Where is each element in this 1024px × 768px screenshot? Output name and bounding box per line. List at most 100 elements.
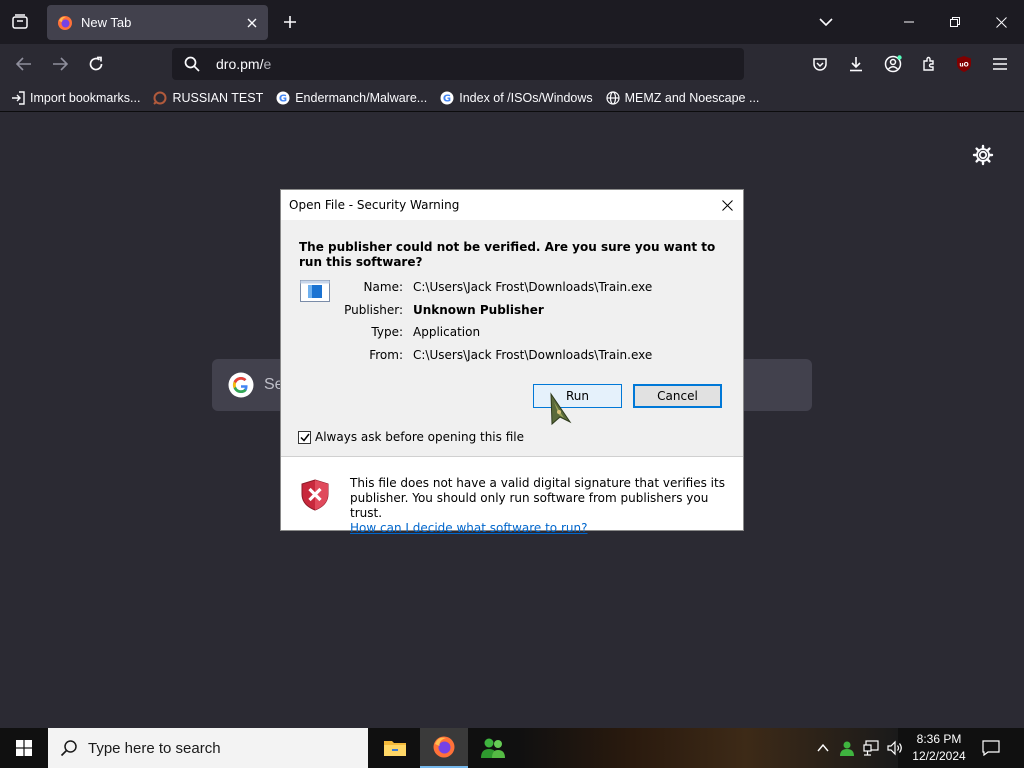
reload-button[interactable] [82, 52, 110, 76]
publisher-value: Unknown Publisher [413, 302, 544, 317]
search-icon [184, 56, 200, 72]
reload-icon [89, 56, 103, 71]
google-icon [228, 372, 254, 398]
taskbar-search-box[interactable]: Type here to search [48, 728, 368, 768]
svg-text:G: G [279, 93, 287, 104]
back-button[interactable] [10, 52, 38, 76]
taskbar-firefox[interactable] [420, 728, 468, 768]
russian-test-favicon [152, 90, 168, 106]
tab-close-button[interactable] [240, 11, 264, 35]
chevron-up-icon [817, 744, 829, 752]
bookmark-import[interactable]: Import bookmarks... [10, 90, 140, 106]
plus-icon [284, 16, 296, 28]
type-label: Type: [371, 325, 403, 340]
minimize-icon [904, 21, 914, 23]
svg-text:G: G [443, 93, 451, 104]
start-button[interactable] [0, 728, 48, 768]
from-label: From: [369, 347, 403, 362]
downloads-button[interactable] [844, 52, 868, 76]
security-shield-error-icon [301, 479, 329, 511]
minimize-button[interactable] [886, 0, 932, 44]
url-host: dro.pm/ [216, 56, 264, 72]
search-icon [60, 740, 77, 757]
close-icon [721, 199, 733, 211]
from-value: C:\Users\Jack Frost\Downloads\Train.exe [413, 347, 653, 362]
taskbar-clock[interactable]: 8:36 PM 12/2/2024 [906, 731, 972, 765]
new-tab-button[interactable] [278, 10, 302, 34]
list-all-tabs-button[interactable] [814, 10, 838, 34]
always-ask-checkbox[interactable] [298, 430, 311, 444]
volume-button[interactable] [884, 728, 906, 768]
bookmark-endermanch-malware[interactable]: G Endermanch/Malware... [275, 90, 427, 106]
dialog-title: Open File - Security Warning [289, 198, 460, 212]
clock-time: 8:36 PM [916, 732, 962, 746]
pocket-button[interactable] [808, 52, 832, 76]
application-icon [300, 280, 330, 302]
hamburger-menu-icon [993, 58, 1007, 70]
dialog-titlebar[interactable]: Open File - Security Warning [281, 190, 743, 220]
info-row-publisher: Publisher: Unknown Publisher [341, 299, 652, 322]
close-icon [995, 16, 1007, 28]
ublock-origin-button[interactable]: uO [952, 52, 976, 76]
people-icon [481, 738, 505, 758]
info-row-name: Name: C:\Users\Jack Frost\Downloads\Trai… [341, 276, 653, 299]
security-warning-dialog: Open File - Security Warning The publish… [280, 189, 744, 535]
bookmarks-toolbar: Import bookmarks... RUSSIAN TEST G Ender… [0, 84, 1024, 112]
firefox-icon [433, 736, 455, 758]
account-button[interactable] [881, 52, 905, 76]
google-favicon: G [439, 90, 455, 106]
file-info: Name: C:\Users\Jack Frost\Downloads\Trai… [341, 276, 652, 366]
windows-taskbar: Type here to search 8:36 PM 12/2/2024 [0, 728, 1024, 768]
warning-message: This file does not have a valid digital … [350, 476, 730, 536]
close-icon [247, 18, 257, 27]
ublock-origin-icon: uO [957, 56, 971, 72]
action-center-button[interactable] [978, 736, 1004, 760]
tray-people-icon[interactable] [836, 728, 858, 768]
publisher-label: Publisher: [344, 302, 403, 317]
globe-icon [605, 90, 621, 106]
gear-icon[interactable] [972, 144, 994, 166]
restore-button[interactable] [932, 0, 978, 44]
show-hidden-icons-button[interactable] [812, 728, 834, 768]
url-text: dro.pm/e [216, 56, 271, 72]
bookmark-russian-test[interactable]: RUSSIAN TEST [152, 90, 263, 106]
bookmark-label: Endermanch/Malware... [295, 90, 428, 105]
bookmark-label: Index of /ISOs/Windows [459, 90, 593, 105]
tab-list-button[interactable] [8, 10, 32, 34]
cancel-button[interactable]: Cancel [633, 384, 722, 408]
network-button[interactable] [860, 728, 882, 768]
arrow-left-icon [16, 57, 31, 71]
app-menu-button[interactable] [988, 52, 1012, 76]
speaker-icon [887, 740, 902, 756]
folder-icon [384, 741, 406, 756]
import-icon [10, 90, 26, 106]
notification-icon [982, 740, 1000, 756]
dialog-close-button[interactable] [715, 193, 739, 217]
checkmark-icon [299, 433, 310, 442]
info-row-type: Type: Application [341, 321, 652, 344]
bookmark-memz[interactable]: MEMZ and Noescape ... [605, 90, 760, 106]
tab-new-tab[interactable]: New Tab [47, 5, 268, 40]
help-link[interactable]: How can I decide what software to run? [350, 521, 587, 535]
taskbar-file-explorer[interactable] [371, 728, 419, 768]
url-bar[interactable]: dro.pm/e [172, 48, 744, 80]
forward-button[interactable] [46, 52, 74, 76]
taskbar-people-app[interactable] [469, 728, 517, 768]
bookmark-label: RUSSIAN TEST [172, 90, 264, 105]
always-ask-option[interactable]: Always ask before opening this file [298, 430, 524, 444]
windows-logo-icon [16, 740, 32, 756]
chevron-down-icon [819, 18, 833, 26]
window-close-button[interactable] [978, 0, 1024, 44]
taskbar-search-placeholder: Type here to search [88, 739, 221, 757]
bookmark-label: MEMZ and Noescape ... [624, 90, 760, 105]
tab-bar: New Tab [0, 0, 1024, 44]
name-label: Name: [363, 280, 403, 295]
extensions-button[interactable] [917, 52, 941, 76]
url-path: e [263, 56, 272, 72]
bookmark-index-isos[interactable]: G Index of /ISOs/Windows [439, 90, 593, 106]
puzzle-icon [923, 56, 934, 71]
navigation-toolbar: dro.pm/e uO [0, 44, 1024, 84]
arrow-right-icon [53, 57, 68, 71]
user-icon [840, 741, 854, 756]
always-ask-label: Always ask before opening this file [315, 430, 524, 444]
